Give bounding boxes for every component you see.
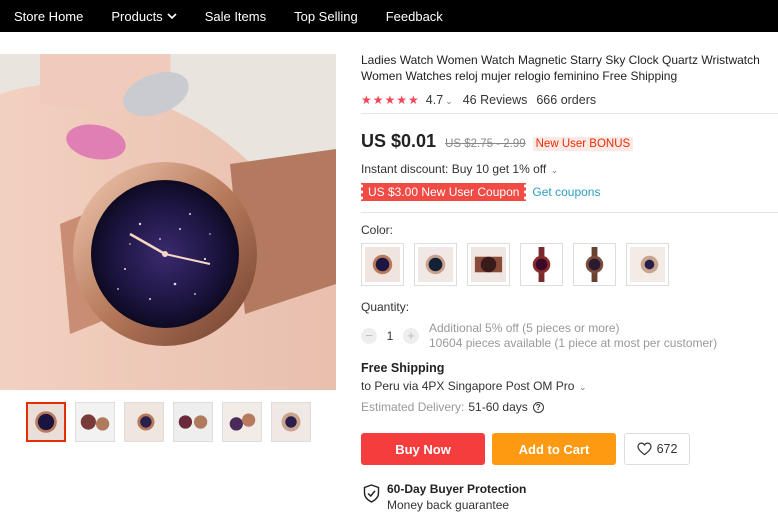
increase-button[interactable]: + — [403, 328, 419, 344]
divider — [361, 212, 778, 213]
nav-label: Store Home — [14, 8, 84, 24]
decrease-button[interactable]: − — [361, 328, 377, 344]
nav-label: Feedback — [385, 8, 443, 24]
nav-label: Top Selling — [294, 8, 358, 24]
delivery-value: 51-60 days — [468, 400, 528, 414]
thumbnail[interactable] — [271, 402, 311, 442]
stock-availability-text: 10604 pieces available (1 piece at most … — [429, 336, 718, 350]
quantity-label: Quantity: — [361, 300, 410, 314]
nav-sale-items[interactable]: Sale Items — [191, 9, 280, 24]
chevron-down-icon: ⌄ — [445, 96, 453, 106]
price-row: US $0.01 US $2.75 - 2.99 New User BONUS — [361, 131, 634, 152]
thumbnail[interactable] — [124, 402, 164, 442]
color-swatch[interactable] — [573, 243, 616, 286]
product-title: Ladies Watch Women Watch Magnetic Starry… — [361, 53, 760, 83]
heart-icon — [636, 442, 652, 456]
shipping-destination-text: to Peru via 4PX Singapore Post OM Pro — [361, 379, 575, 393]
quantity-stepper: − 1 + Additional 5% off (5 pieces or mor… — [361, 321, 717, 351]
wishlist-button[interactable]: 672 — [624, 433, 690, 465]
product-info: Ladies Watch Women Watch Magnetic Starry… — [361, 52, 778, 108]
instant-discount-text: Instant discount: Buy 10 get 1% off — [361, 162, 547, 176]
free-shipping-title: Free Shipping — [361, 361, 445, 375]
color-swatch[interactable] — [361, 243, 404, 286]
star-rating-icon: ★★★★★ — [361, 93, 420, 107]
nav-top-selling[interactable]: Top Selling — [280, 9, 372, 24]
store-nav-bar: Store Home Products Sale Items Top Selli… — [0, 0, 778, 32]
add-to-cart-button[interactable]: Add to Cart — [492, 433, 616, 465]
protection-title: 60-Day Buyer Protection — [387, 482, 527, 496]
nav-feedback[interactable]: Feedback — [372, 9, 457, 24]
color-label: Color: — [361, 223, 394, 237]
watch-on-wrist-image — [0, 54, 336, 390]
chevron-down-icon — [167, 13, 177, 20]
nav-label: Sale Items — [204, 8, 267, 24]
wishlist-count: 672 — [656, 442, 678, 456]
shield-check-icon — [363, 484, 380, 503]
estimated-delivery: Estimated Delivery: 51-60 days ? — [361, 400, 544, 414]
divider — [361, 113, 778, 114]
nav-label: Products — [111, 8, 163, 24]
bulk-discount-text: Additional 5% off (5 pieces or more) — [429, 321, 620, 335]
chevron-down-icon: ⌄ — [548, 165, 559, 175]
color-swatch[interactable] — [626, 243, 669, 286]
chevron-down-icon: ⌄ — [576, 382, 587, 392]
new-user-bonus-badge: New User BONUS — [532, 137, 634, 151]
original-price: US $2.75 - 2.99 — [445, 138, 526, 150]
instant-discount[interactable]: Instant discount: Buy 10 get 1% off ⌄ — [361, 162, 558, 176]
thumbnail[interactable] — [26, 402, 66, 442]
shipping-destination[interactable]: to Peru via 4PX Singapore Post OM Pro ⌄ — [361, 379, 587, 393]
buyer-protection: 60-Day Buyer Protection Money back guara… — [363, 482, 526, 513]
thumbnail-strip — [26, 402, 311, 442]
thumbnail[interactable] — [75, 402, 115, 442]
product-main-image[interactable] — [0, 54, 336, 390]
protection-subtitle: Money back guarantee — [387, 498, 510, 512]
coupon-row: US $3.00 New User Coupon Get coupons — [359, 183, 600, 201]
question-icon[interactable]: ? — [532, 401, 544, 413]
color-swatch[interactable] — [520, 243, 563, 286]
color-swatches — [361, 243, 669, 286]
color-swatch[interactable] — [414, 243, 457, 286]
quantity-info: Additional 5% off (5 pieces or more) 106… — [429, 321, 717, 351]
current-price: US $0.01 — [361, 131, 437, 151]
orders-count: 666 orders — [536, 93, 597, 107]
new-user-coupon[interactable]: US $3.00 New User Coupon — [359, 183, 528, 201]
rating-row: ★★★★★ 4.7 ⌄ 46 Reviews 666 orders — [361, 92, 778, 108]
thumbnail[interactable] — [222, 402, 262, 442]
buy-now-button[interactable]: Buy Now — [361, 433, 485, 465]
thumbnail[interactable] — [173, 402, 213, 442]
quantity-input[interactable]: 1 — [377, 329, 403, 343]
reviews-count[interactable]: 46 Reviews — [463, 93, 528, 107]
get-coupons-link[interactable]: Get coupons — [532, 185, 600, 199]
delivery-label: Estimated Delivery: — [361, 400, 465, 414]
rating-value[interactable]: 4.7 ⌄ — [426, 93, 453, 107]
nav-store-home[interactable]: Store Home — [0, 9, 97, 24]
color-swatch[interactable] — [467, 243, 510, 286]
nav-products[interactable]: Products — [97, 9, 190, 24]
rating-number: 4.7 — [425, 93, 444, 107]
